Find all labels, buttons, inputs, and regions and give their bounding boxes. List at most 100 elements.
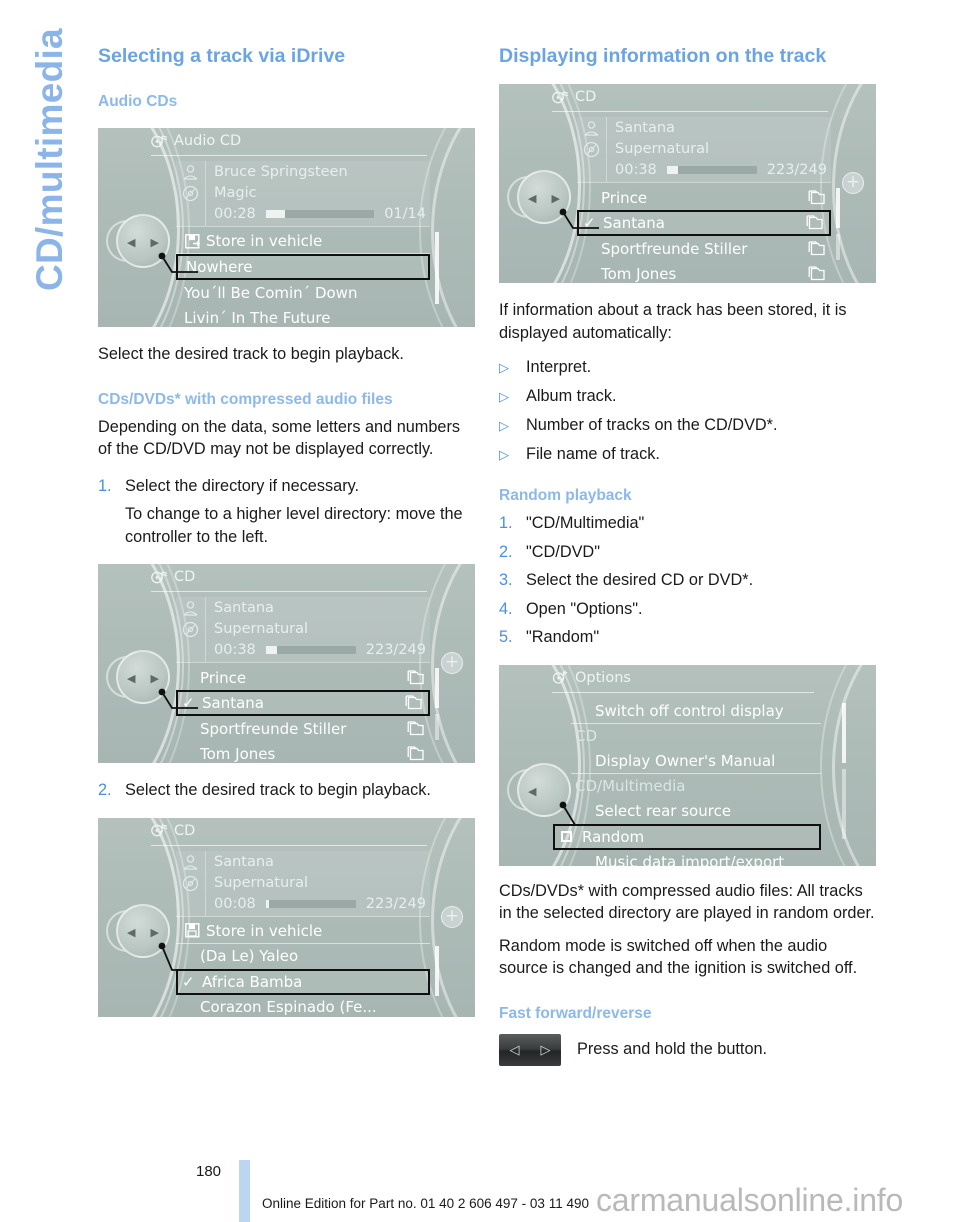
folder-icon — [407, 669, 424, 684]
controller-right-arrow-icon: ▶ — [150, 925, 159, 939]
bullet-text: File name of track. — [526, 445, 660, 463]
idrive-title-text: CD — [174, 822, 196, 839]
progress-bar — [666, 166, 757, 174]
options-item-select-rear-source[interactable]: Select rear source — [571, 799, 821, 824]
list-item-track[interactable]: Livin´ In The Future — [176, 305, 430, 327]
add-button[interactable]: + — [842, 172, 864, 194]
idrive-header: CD — [151, 823, 195, 839]
album-name: Supernatural — [615, 141, 710, 157]
list-item-label: Store in vehicle — [206, 921, 323, 940]
paragraph-compressed-audio: Depending on the data, some letters and … — [98, 417, 461, 459]
step-number: 5. — [499, 628, 513, 646]
options-group-cd-multimedia: CD/Multimedia — [571, 774, 821, 799]
folder-icon — [407, 720, 424, 735]
list-item-directory[interactable]: Prince — [577, 185, 831, 210]
meta-icon-column — [176, 850, 206, 916]
bullet-text: Album track. — [526, 387, 617, 405]
controller-left-arrow-icon: ◀ — [127, 925, 136, 939]
list-item-store-in-vehicle[interactable]: Store in vehicle — [176, 919, 430, 944]
paragraph-random-1: CDs/DVDs* with compressed audio files: A… — [499, 881, 875, 923]
list-item-selected-directory[interactable]: ✓ Santana — [176, 690, 430, 716]
person-icon — [183, 601, 198, 616]
idrive-controller-icon[interactable]: ◀ ▶ — [106, 903, 170, 958]
step-number: 2. — [98, 781, 112, 799]
list-item-label: Random — [582, 827, 645, 846]
person-icon — [584, 121, 599, 136]
list-item: 2. "CD/DVD" — [499, 541, 876, 564]
idrive-header: Options — [552, 670, 631, 686]
step-text: Open "Options". — [526, 599, 643, 618]
footer-edition-text: Online Edition for Part no. 01 40 2 606 … — [262, 1196, 589, 1211]
scrollbar[interactable] — [435, 668, 439, 708]
options-item-switch-off-display[interactable]: Switch off control display — [571, 699, 821, 724]
track-list: Store in vehicle (Da Le) Yaleo ✓ Africa … — [176, 919, 430, 1017]
list-item-directory[interactable]: Tom Jones — [577, 261, 831, 283]
list-item-track[interactable]: Corazon Espinado (Fe... — [176, 995, 430, 1017]
list-item-selected-track[interactable]: Nowhere — [176, 254, 430, 280]
list-item-selected-track[interactable]: ✓ Africa Bamba — [176, 968, 430, 995]
scrollbar-track[interactable] — [836, 234, 840, 260]
bullet-text: Interpret. — [526, 358, 592, 376]
list-item-label: Corazon Espinado (Fe... — [200, 998, 377, 1016]
section-heading-random-playback: Random playback — [499, 487, 632, 504]
options-item-random[interactable]: Random — [553, 823, 821, 850]
controller-left-arrow-icon: ◀ — [127, 672, 136, 685]
list-item-label: Tom Jones — [200, 744, 276, 763]
scrollbar-track[interactable] — [842, 768, 846, 839]
track-counter: 01/14 — [384, 206, 426, 222]
controller-right-arrow-icon: ▶ — [150, 236, 159, 249]
idrive-controller-icon[interactable]: ◀ ▶ — [106, 214, 170, 268]
options-item-display-owners-manual[interactable]: Display Owner's Manual — [571, 749, 821, 774]
artist-name: Santana — [214, 853, 274, 870]
decorative-arc-icon — [820, 664, 876, 866]
add-button[interactable]: + — [441, 905, 463, 928]
scrollbar[interactable] — [836, 188, 840, 228]
divider — [151, 591, 427, 592]
checkbox-icon[interactable] — [561, 831, 572, 842]
idrive-controller-icon[interactable]: ◀ — [507, 762, 571, 817]
idrive-controller-icon[interactable]: ◀ ▶ — [507, 170, 571, 224]
controller-left-arrow-icon: ◀ — [528, 784, 537, 798]
idrive-controller-icon[interactable]: ◀ ▶ — [106, 650, 170, 704]
options-list: Switch off control display CD Display Ow… — [553, 699, 821, 866]
idrive-header: CD — [552, 89, 596, 105]
folder-icon — [808, 265, 825, 280]
fast-forward-reverse-button[interactable]: ◁ ▷ — [499, 1033, 561, 1066]
list-item-directory[interactable]: Sportfreunde Stiller — [176, 716, 430, 741]
list-item-label: Tom Jones — [601, 264, 677, 283]
scrollbar[interactable] — [842, 702, 846, 763]
list-item-directory[interactable]: Tom Jones — [176, 741, 430, 763]
list-item: ▷ Interpret. — [499, 356, 876, 379]
list-item-track[interactable]: You´ll Be Comin´ Down — [176, 280, 430, 305]
list-item-label: Switch off control display — [595, 701, 784, 720]
list-item: 1. Select the directory if necessary. — [98, 475, 475, 498]
footer-accent-bar — [239, 1160, 250, 1222]
list-item-selected-directory[interactable]: ✓ Santana — [577, 210, 831, 236]
list-item-label: Santana — [202, 694, 264, 712]
scrollbar-track[interactable] — [435, 714, 439, 740]
bullet-text: Number of tracks on the CD/DVD*. — [526, 416, 778, 434]
list-item: 3. Select the desired CD or DVD*. — [499, 569, 876, 592]
section-heading-audio-cds: Audio CDs — [98, 93, 178, 110]
add-button[interactable]: + — [441, 652, 463, 674]
scrollbar[interactable] — [435, 232, 439, 304]
artist-name: Bruce Springsteen — [214, 164, 348, 180]
list-item-label: (Da Le) Yaleo — [200, 947, 299, 965]
options-item-music-data-import-export[interactable]: Music data import/export — [571, 850, 821, 866]
list-item-directory[interactable]: Prince — [176, 665, 430, 690]
list-item-store-in-vehicle[interactable]: Store in vehicle — [176, 229, 430, 254]
rewind-icon[interactable]: ◁ — [510, 1042, 520, 1058]
step-number: 4. — [499, 599, 513, 618]
save-disk-icon — [185, 923, 200, 938]
list-item: 5. "Random" — [499, 626, 876, 649]
idrive-screen-options: Options Switch off control display CD Di… — [499, 664, 876, 866]
scrollbar[interactable] — [435, 945, 439, 996]
fast-forward-icon[interactable]: ▷ — [541, 1042, 551, 1058]
controller-knob-icon: ◀ — [517, 762, 571, 817]
section-heading-compressed-audio: CDs/DVDs* with compressed audio files — [98, 390, 393, 408]
list-item-directory[interactable]: Sportfreunde Stiller — [577, 236, 831, 261]
idrive-screen-cd-directories: CD Santana Supernatural 00:38 223/249 Pr… — [98, 564, 475, 763]
list-item-track[interactable]: (Da Le) Yaleo — [176, 944, 430, 969]
folder-icon — [806, 215, 823, 230]
track-counter: 223/249 — [365, 642, 426, 658]
